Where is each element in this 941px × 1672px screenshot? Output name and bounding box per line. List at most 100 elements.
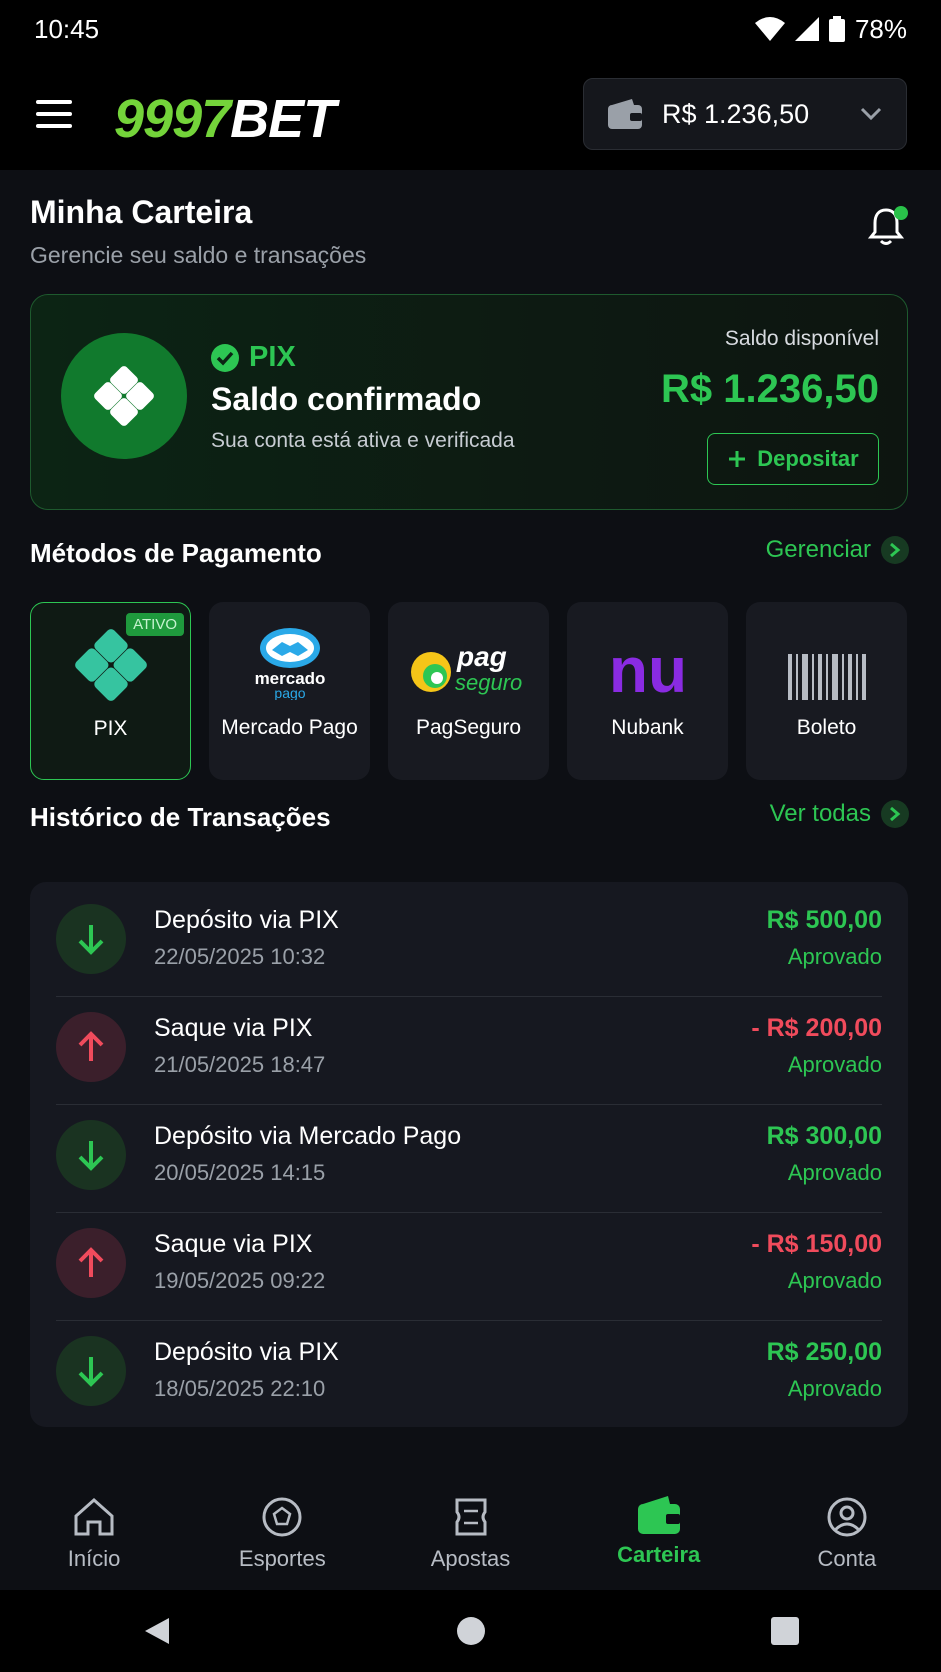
pagseguro-logo: pag seguro [410,641,522,695]
nav-label: Início [67,1546,121,1571]
transaction-row[interactable]: Depósito via PIX 22/05/2025 10:32 R$ 500… [56,882,882,997]
method-boleto[interactable]: Boleto [746,602,907,780]
transactions-list: Depósito via PIX 22/05/2025 10:32 R$ 500… [30,882,908,1427]
nav-item-inicio[interactable]: Início [0,1480,188,1590]
method-pagseguro[interactable]: pag seguro PagSeguro [388,602,549,780]
bottom-nav: Início Esportes Apostas Carteira Conta [0,1480,941,1590]
notification-bell-icon[interactable] [867,206,908,250]
chevron-right-icon [881,536,909,564]
deposit-button[interactable]: Depositar [707,433,879,485]
balance-status-subtitle: Sua conta está ativa e verificada [211,429,515,452]
transaction-status: Aprovado [787,1268,882,1293]
available-balance-label: Saldo disponível [724,327,879,350]
header-balance-dropdown[interactable]: R$ 1.236,50 [583,78,907,150]
nav-label: Esportes [238,1546,326,1571]
svg-text:seguro: seguro [455,670,522,695]
header-balance-amount: R$ 1.236,50 [662,98,810,129]
method-label: PagSeguro [415,716,522,739]
svg-text:pago: pago [274,685,305,700]
transaction-amount: R$ 250,00 [766,1338,882,1366]
signal-icon [794,17,819,41]
transaction-row[interactable]: Depósito via Mercado Pago 20/05/2025 14:… [56,1098,882,1213]
app-logo[interactable]: 9997BET [114,88,336,150]
transaction-status: Aprovado [787,1052,882,1077]
barcode-icon [787,654,866,700]
wallet-icon [637,1496,680,1534]
back-icon[interactable] [143,1616,171,1646]
battery-icon [828,16,845,42]
notification-dot [894,206,908,220]
wifi-icon [754,17,785,41]
deposit-label: Depositar [757,446,859,471]
pix-icon [74,629,147,701]
chevron-down-icon [860,107,882,121]
transaction-amount: R$ 300,00 [766,1122,882,1150]
transaction-title: Depósito via PIX [154,1338,339,1366]
balance-status-title: Saldo confirmado [211,381,482,417]
transaction-date: 19/05/2025 09:22 [154,1268,326,1293]
payment-methods-title: Métodos de Pagamento [30,538,322,568]
transactions-title: Histórico de Transações [30,802,331,832]
arrow-up-icon [56,1228,126,1298]
transaction-status: Aprovado [787,1376,882,1401]
home-circle-icon[interactable] [456,1616,486,1646]
pix-icon [94,366,154,426]
transaction-amount: R$ 500,00 [766,906,882,934]
logo-text-green: 9997 [114,89,231,149]
battery-percent: 78% [854,13,907,44]
ticket-icon [455,1498,486,1536]
chevron-right-icon [881,800,909,828]
nav-item-conta[interactable]: Conta [753,1480,941,1590]
manage-link[interactable]: Gerenciar [766,536,909,564]
transaction-row[interactable]: Saque via PIX 21/05/2025 18:47 - R$ 200,… [56,990,882,1105]
svg-text:pag: pag [456,641,507,672]
check-circle-icon [211,343,239,372]
method-label: Boleto [796,716,857,739]
arrow-down-icon [56,1336,126,1406]
home-icon [74,1497,114,1536]
arrow-down-icon [56,904,126,974]
transaction-title: Saque via PIX [154,1230,313,1258]
wallet-icon [608,99,642,129]
nav-label: Conta [817,1546,877,1571]
nav-item-carteira[interactable]: Carteira [565,1480,753,1590]
page-title: Minha Carteira [30,194,253,230]
payment-methods-list: ATIVO PIX mercado pago Mercado Pago pag … [30,602,908,780]
pix-status-tag: PIX [211,341,296,374]
arrow-down-icon [56,1120,126,1190]
manage-label: Gerenciar [765,536,871,563]
nav-label: Carteira [617,1542,701,1567]
transaction-title: Depósito via Mercado Pago [154,1122,462,1150]
transaction-row[interactable]: Saque via PIX 19/05/2025 09:22 - R$ 150,… [56,1206,882,1321]
transaction-status: Aprovado [787,944,882,969]
nav-item-apostas[interactable]: Apostas [376,1480,564,1590]
transaction-row[interactable]: Depósito via PIX 18/05/2025 22:10 R$ 250… [56,1314,882,1429]
plus-icon [729,451,746,467]
arrow-up-icon [56,1012,126,1082]
transaction-date: 20/05/2025 14:15 [154,1160,326,1185]
transaction-amount: - R$ 200,00 [751,1014,882,1042]
available-balance-amount: R$ 1.236,50 [661,367,879,411]
view-all-label: Ver todas [769,800,871,827]
nav-label: Apostas [430,1546,511,1571]
svg-text:nu: nu [608,644,686,700]
transaction-status: Aprovado [787,1160,882,1185]
transaction-date: 22/05/2025 10:32 [154,944,326,969]
method-mercado-pago[interactable]: mercado pago Mercado Pago [209,602,370,780]
pix-tag-label: PIX [249,341,296,373]
hamburger-menu-icon[interactable] [36,100,72,128]
method-label: Nubank [611,716,684,739]
nubank-logo: nu [608,644,686,700]
method-nubank[interactable]: nu Nubank [567,602,728,780]
recents-icon[interactable] [770,1617,799,1645]
transaction-date: 18/05/2025 22:10 [154,1376,326,1401]
method-pix[interactable]: ATIVO PIX [30,602,191,780]
user-circle-icon [827,1497,867,1537]
nav-item-esportes[interactable]: Esportes [188,1480,376,1590]
view-all-link[interactable]: Ver todas [770,800,909,828]
active-badge: ATIVO [126,613,184,636]
transaction-title: Depósito via PIX [154,906,339,934]
transaction-title: Saque via PIX [154,1014,313,1042]
status-icons: 78% [754,13,907,45]
mercado-pago-logo: mercado pago [254,628,325,700]
